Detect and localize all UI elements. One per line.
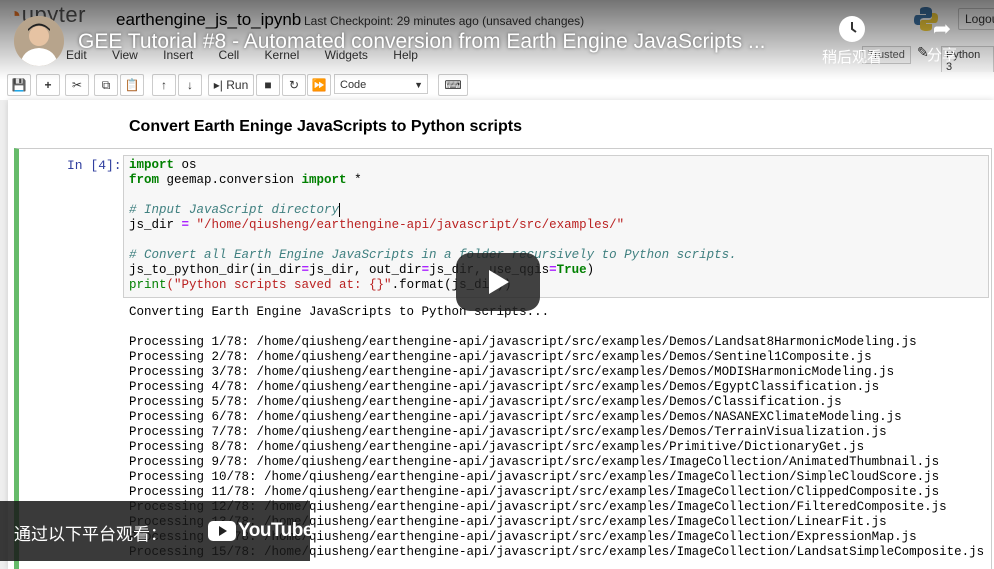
cut-icon[interactable]: ✂ [65, 74, 89, 96]
output-line: Processing 4/78: /home/qiusheng/eartheng… [129, 380, 880, 394]
share-button[interactable]: ➦ 分享 [920, 16, 964, 65]
play-icon [489, 270, 509, 294]
paste-icon[interactable]: 📋 [120, 74, 144, 96]
channel-avatar[interactable] [14, 16, 64, 66]
code-line: js_dir = "/home/qiusheng/earthengine-api… [129, 218, 625, 232]
code-line: print("Python scripts saved at: {}".form… [129, 278, 512, 292]
video-title[interactable]: GEE Tutorial #8 - Automated conversion f… [78, 30, 766, 54]
output-line: Processing 9/78: /home/qiusheng/eartheng… [129, 455, 940, 469]
watch-later-button[interactable]: 稍后观看 [816, 16, 888, 67]
output-line: Processing 1/78: /home/qiusheng/eartheng… [129, 335, 917, 349]
output-line: Processing 3/78: /home/qiusheng/eartheng… [129, 365, 895, 379]
notebook-toolbar [0, 72, 994, 98]
output-line: Processing 2/78: /home/qiusheng/eartheng… [129, 350, 872, 364]
clock-icon [839, 16, 865, 42]
watch-on-label: 通过以下平台观看： [14, 525, 167, 544]
code-line: from geemap.conversion import * [129, 173, 362, 187]
output-line: Processing 8/78: /home/qiusheng/eartheng… [129, 440, 865, 454]
notebook-name[interactable]: earthengine_js_to_ipynb [116, 10, 301, 30]
chevron-down-icon: ▼ [414, 80, 423, 90]
output-line: Processing 11/78: /home/qiusheng/earthen… [129, 485, 940, 499]
watch-on-youtube-bar[interactable]: 通过以下平台观看： YouTube [0, 501, 313, 561]
cell-type-select[interactable]: Code ▼ [334, 74, 428, 94]
fast-forward-icon[interactable]: ⏩ [307, 74, 331, 96]
code-line: import os [129, 158, 197, 172]
youtube-play-icon [208, 521, 236, 541]
share-arrow-icon: ➦ [932, 16, 952, 41]
play-button[interactable] [456, 253, 540, 311]
move-down-icon[interactable]: ↓ [178, 74, 202, 96]
run-label: Run [226, 78, 249, 92]
cell-type-value: Code [340, 79, 367, 91]
run-button[interactable]: ▸| Run [208, 74, 254, 96]
move-up-icon[interactable]: ↑ [152, 74, 176, 96]
video-frame[interactable]: ◔upyter earthengine_js_to_ipynb Last Che… [0, 0, 994, 569]
copy-icon[interactable]: ⧉ [94, 74, 118, 96]
stop-icon[interactable]: ■ [256, 74, 280, 96]
output-line: Processing 6/78: /home/qiusheng/eartheng… [129, 410, 902, 424]
code-line: # Input JavaScript directory​ [129, 203, 341, 217]
keyboard-icon[interactable]: ⌨ [438, 74, 468, 96]
checkpoint-status: Last Checkpoint: 29 minutes ago (unsaved… [304, 14, 585, 28]
output-line: Processing 10/78: /home/qiusheng/earthen… [129, 470, 940, 484]
markdown-heading: Convert Earth Eninge JavaScripts to Pyth… [129, 118, 522, 135]
add-cell-icon[interactable]: + [36, 74, 60, 96]
avatar-person-icon [14, 16, 64, 66]
code-line: # Convert all Earth Engine JavaScripts i… [129, 248, 737, 262]
share-label: 分享 [926, 47, 957, 64]
output-line: Processing 5/78: /home/qiusheng/eartheng… [129, 395, 842, 409]
cell-prompt: In [4]: [67, 158, 122, 173]
save-icon[interactable]: 💾 [7, 74, 31, 96]
run-icon: ▸| [213, 78, 223, 92]
restart-icon[interactable]: ↻ [282, 74, 306, 96]
output-line: Processing 7/78: /home/qiusheng/eartheng… [129, 425, 887, 439]
watch-later-label: 稍后观看 [821, 49, 882, 66]
youtube-wordmark: YouTube [238, 520, 313, 541]
